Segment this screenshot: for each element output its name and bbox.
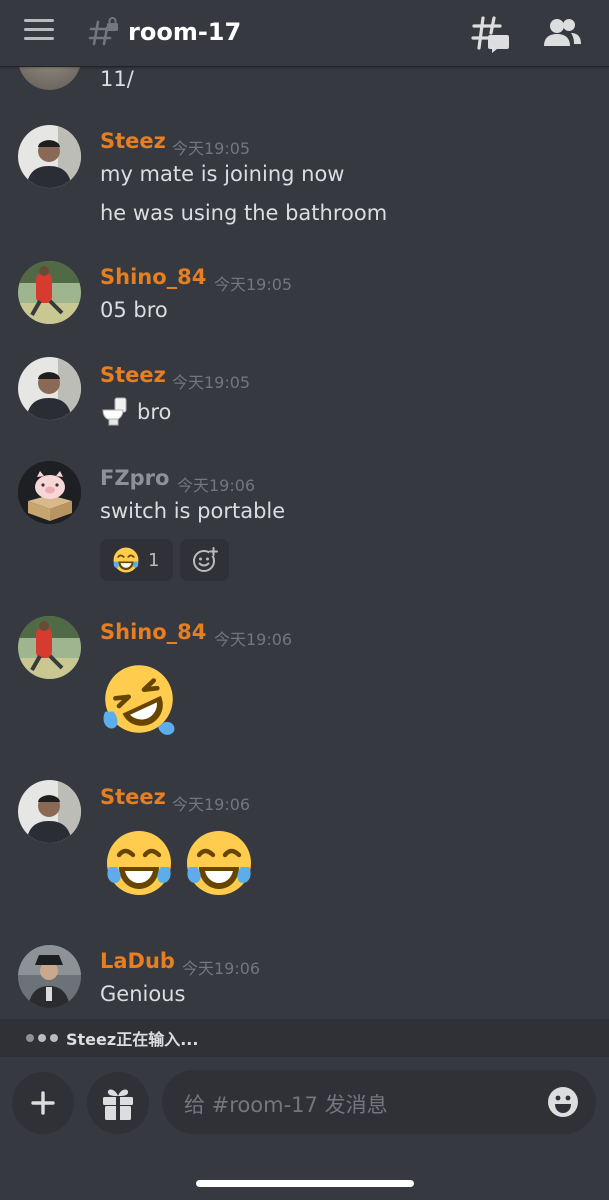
timestamp: 今天19:06 (182, 959, 261, 978)
add-attachment-button[interactable] (12, 1072, 74, 1134)
message-input[interactable]: 给 #room-17 发消息 (162, 1070, 596, 1134)
typing-indicator: Steez正在输入... (0, 1019, 609, 1057)
message-text: Genious (100, 982, 186, 1006)
message-text: switch is portable (100, 499, 286, 523)
channel-name: room-17 (128, 18, 242, 46)
message-input-placeholder: 给 #room-17 发消息 (184, 1093, 388, 1117)
username[interactable]: Steez (100, 129, 166, 153)
avatar[interactable] (18, 67, 81, 90)
avatar[interactable] (18, 125, 81, 188)
username[interactable]: Shino_84 (100, 265, 206, 289)
gift-button[interactable] (87, 1072, 149, 1134)
avatar[interactable] (18, 945, 81, 1008)
reaction-laugh[interactable]: 1 (100, 539, 173, 581)
members-icon[interactable] (542, 16, 582, 50)
typing-text: Steez正在输入... (66, 1030, 199, 1049)
tears-of-joy-emoji (187, 831, 251, 895)
timestamp: 今天19:06 (172, 795, 251, 814)
timestamp: 今天19:05 (214, 275, 293, 294)
plus-icon (31, 1091, 55, 1115)
message-text: 11/ (100, 67, 134, 91)
gift-icon (103, 1089, 133, 1120)
message-composer: 给 #room-17 发消息 (0, 1057, 609, 1200)
message-text: bro (137, 400, 172, 424)
username[interactable]: Steez (100, 363, 166, 387)
rolling-on-floor-laughing-emoji (103, 665, 175, 735)
message-text: he was using the bathroom (100, 201, 388, 225)
add-reaction-button[interactable] (180, 539, 229, 581)
avatar[interactable] (18, 616, 81, 679)
timestamp: 今天19:05 (172, 373, 251, 392)
tears-of-joy-emoji (113, 547, 139, 573)
add-reaction-icon (192, 547, 218, 572)
message-list[interactable]: 11/ Steez 今天19:05 my mate is joining now… (0, 67, 609, 1019)
message-text: 05 bro (100, 298, 168, 322)
timestamp: 今天19:06 (214, 630, 293, 649)
home-indicator (196, 1180, 414, 1187)
timestamp: 今天19:06 (177, 476, 256, 495)
avatar[interactable] (18, 261, 81, 324)
locked-channel-icon (88, 17, 118, 46)
username[interactable]: Shino_84 (100, 620, 206, 644)
avatar[interactable] (18, 780, 81, 843)
toilet-emoji (102, 397, 127, 426)
emoji-icon[interactable] (546, 1085, 580, 1119)
typing-dots-icon (26, 1034, 58, 1042)
message-text: my mate is joining now (100, 162, 345, 186)
username[interactable]: FZpro (100, 466, 169, 490)
avatar[interactable] (18, 357, 81, 420)
threads-icon[interactable] (470, 15, 510, 53)
reaction-count: 1 (148, 549, 160, 571)
channel-header: room-17 (0, 0, 609, 67)
timestamp: 今天19:05 (172, 139, 251, 158)
menu-icon[interactable] (24, 19, 64, 47)
tears-of-joy-emoji (107, 831, 171, 895)
username[interactable]: Steez (100, 785, 166, 809)
avatar[interactable] (18, 461, 81, 524)
username[interactable]: LaDub (100, 949, 175, 973)
